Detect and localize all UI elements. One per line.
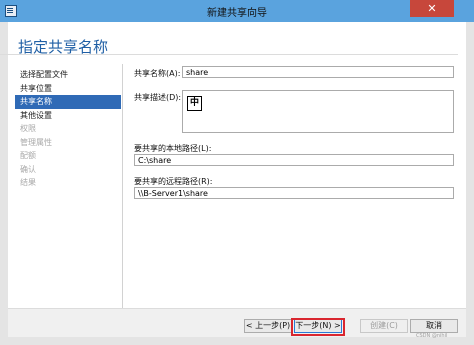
wizard-steps: 选择配置文件 共享位置 共享名称 其他设置 权限 管理属性 配额 确认 结果	[15, 68, 121, 190]
close-icon: ✕	[427, 2, 437, 15]
previous-button[interactable]: < 上一步(P)	[244, 319, 292, 333]
next-button-highlight	[291, 318, 345, 336]
step-other-settings[interactable]: 其他设置	[15, 109, 121, 123]
header-divider	[0, 54, 458, 55]
window-title: 新建共享向导	[207, 8, 267, 19]
ime-indicator: 中	[187, 96, 202, 111]
step-select-profile[interactable]: 选择配置文件	[15, 68, 121, 82]
watermark: CSDN @nihil	[416, 333, 448, 339]
local-path-field[interactable]: C:\share	[134, 154, 454, 166]
step-permissions: 权限	[20, 124, 36, 133]
step-confirmation: 确认	[20, 164, 36, 174]
step-quota: 配额	[20, 151, 36, 160]
share-name-label: 共享名称(A):	[134, 69, 181, 78]
cancel-button[interactable]: 取消	[410, 319, 458, 333]
step-results: 结果	[20, 178, 36, 187]
share-name-input[interactable]: share	[182, 66, 454, 78]
step-management-properties: 管理属性	[20, 137, 52, 147]
create-button: 创建(C)	[360, 319, 408, 333]
share-description-label: 共享描述(D):	[134, 93, 182, 102]
remote-path-label: 要共享的远程路径(R):	[134, 177, 213, 186]
close-button[interactable]: ✕	[410, 0, 454, 17]
step-share-location[interactable]: 共享位置	[15, 82, 121, 96]
step-share-name[interactable]: 共享名称	[15, 95, 121, 109]
local-path-label: 要共享的本地路径(L):	[134, 144, 212, 153]
share-description-input[interactable]: 中	[182, 90, 454, 133]
step-panel-divider	[122, 64, 123, 308]
title-bar: 新建共享向导 ✕	[0, 0, 474, 22]
remote-path-field[interactable]: \\B-Server1\share	[134, 187, 454, 199]
